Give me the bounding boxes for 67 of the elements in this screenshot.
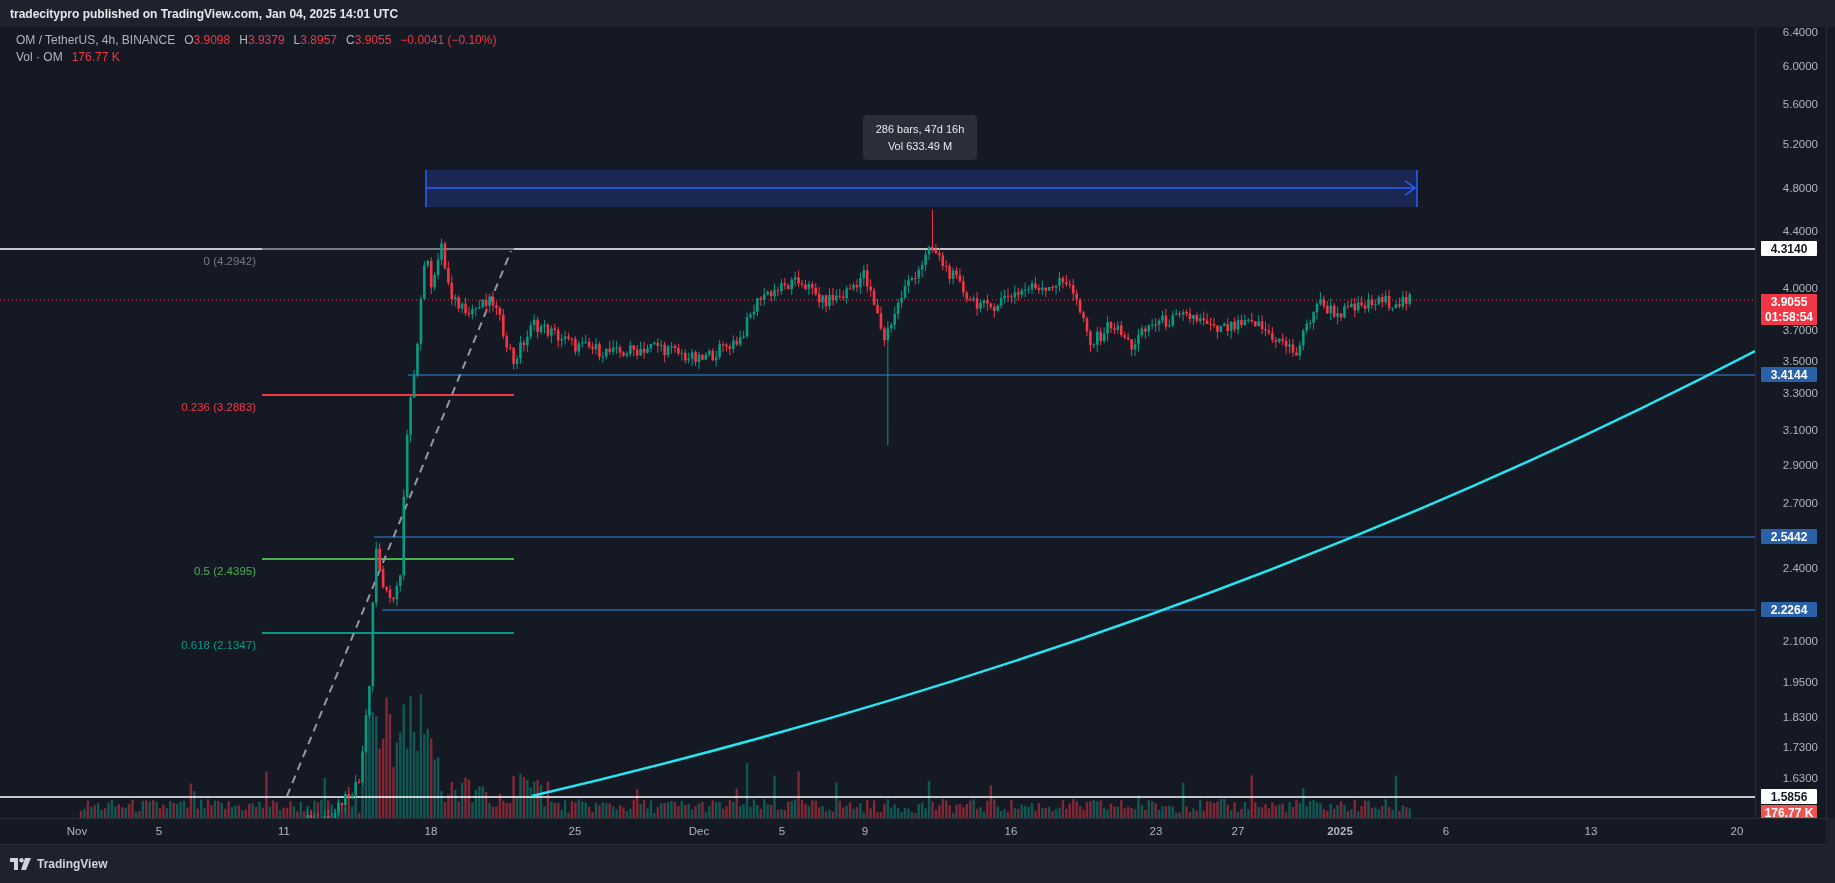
time-label: 18 xyxy=(424,825,438,837)
fib-level-line[interactable] xyxy=(261,394,515,396)
fib-level-line[interactable] xyxy=(261,248,515,250)
time-label: Dec xyxy=(688,825,710,837)
volume-label: Vol · OM xyxy=(16,50,63,64)
price-tick-label: 3.1000 xyxy=(1782,423,1818,437)
price-tick-label: 4.0000 xyxy=(1782,281,1818,295)
price-tag: 1.5856 xyxy=(1761,789,1817,804)
time-label: 25 xyxy=(568,825,582,837)
price-tag: 3.9055 01:58:54 xyxy=(1761,294,1817,325)
time-label: 23 xyxy=(1149,825,1163,837)
ohlc-value: 3.9098 xyxy=(193,33,231,47)
fib-label: 0.5 (2.4395) xyxy=(194,565,256,577)
price-change: −0.0041 (−0.10%) xyxy=(400,33,497,47)
price-tick-label: 6.4000 xyxy=(1782,25,1818,39)
ohlc-label: L xyxy=(293,33,301,47)
price-tick-label: 2.9000 xyxy=(1782,458,1818,472)
fib-level-line[interactable] xyxy=(261,632,515,634)
price-tick-label: 1.8300 xyxy=(1782,710,1818,724)
time-label: 13 xyxy=(1584,825,1598,837)
price-tick-label: 4.8000 xyxy=(1782,181,1818,195)
ohlc-value: 3.9055 xyxy=(354,33,392,47)
price-tick-label: 2.4000 xyxy=(1782,561,1818,575)
time-label: 11 xyxy=(278,825,290,837)
price-tag: 4.3140 xyxy=(1761,241,1817,256)
measure-text: Vol 633.49 M xyxy=(887,140,953,152)
ohlc-label: C xyxy=(346,33,355,47)
price-tag: 2.5442 xyxy=(1761,529,1817,544)
price-tick-label: 6.0000 xyxy=(1782,59,1818,73)
price-tick-label: 2.1000 xyxy=(1782,634,1818,648)
publish-info: tradecitypro published on TradingView.com, Jan 04, 2025 14:01 UTC xyxy=(10,6,399,21)
symbol-title: OM / TetherUS, 4h, BINANCE xyxy=(16,33,176,47)
price-tick-label: 5.6000 xyxy=(1782,97,1818,111)
time-label: 6 xyxy=(1442,825,1450,837)
price-tick-label: 1.7300 xyxy=(1782,740,1818,754)
ohlc-label: O xyxy=(184,33,194,47)
price-tick-label: 1.9500 xyxy=(1782,675,1818,689)
price-tick-label: 3.5000 xyxy=(1782,354,1818,368)
fib-label: 0.236 (3.2883) xyxy=(181,401,256,413)
ohlc-value: 3.8957 xyxy=(300,33,337,47)
price-tag: 2.2264 xyxy=(1761,602,1817,617)
logo-icon xyxy=(10,858,32,870)
volume-value: 176.77 K xyxy=(71,50,120,64)
time-label: 16 xyxy=(1004,825,1018,837)
price-tick-label: 4.4000 xyxy=(1782,224,1818,238)
brand-name: TradingView xyxy=(37,857,108,871)
price-tick-label: 3.3000 xyxy=(1782,386,1818,400)
price-tag: 3.4144 xyxy=(1761,367,1817,382)
price-tick-label: 2.7000 xyxy=(1782,496,1818,510)
time-label: 20 xyxy=(1730,825,1744,837)
time-label: Nov xyxy=(66,825,88,837)
ohlc-value: 3.9379 xyxy=(247,33,285,47)
fib-label: 0.618 (2.1347) xyxy=(181,639,256,651)
time-label: 5 xyxy=(778,825,786,837)
fib-label: 0 (4.2942) xyxy=(203,255,256,267)
price-tick-label: 5.2000 xyxy=(1782,137,1818,151)
time-label: 2025 xyxy=(1327,825,1353,837)
price-tick-label: 1.6300 xyxy=(1782,771,1818,785)
time-label: 27 xyxy=(1231,825,1245,837)
ohlc-label: H xyxy=(239,33,248,47)
price-tick-label: 3.7000 xyxy=(1782,323,1818,337)
time-label: 9 xyxy=(861,825,869,837)
time-label: 5 xyxy=(155,825,163,837)
measure-drawing[interactable] xyxy=(425,169,1418,208)
trend-curve[interactable] xyxy=(531,349,1755,798)
measure-text: 286 bars, 47d 16h xyxy=(875,123,965,135)
fib-trendline[interactable] xyxy=(286,250,512,797)
